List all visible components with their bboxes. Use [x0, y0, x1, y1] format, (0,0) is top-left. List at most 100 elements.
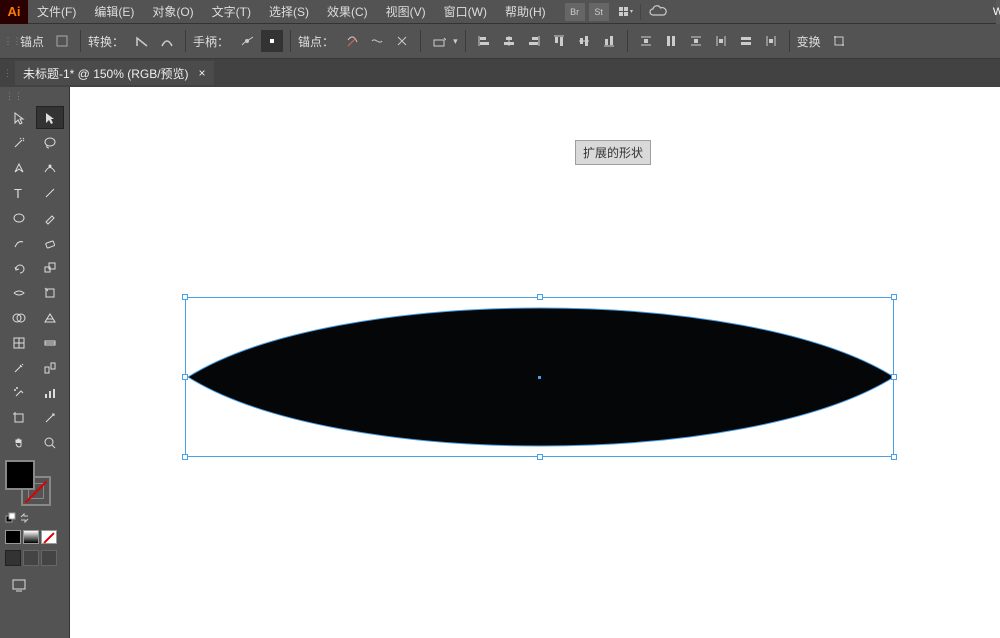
eraser-tool[interactable] [36, 231, 64, 254]
distribute-vcenter-icon[interactable] [660, 30, 682, 52]
handle-show-icon[interactable] [236, 30, 258, 52]
isolate-icon[interactable] [428, 30, 450, 52]
menu-window[interactable]: 窗口(W) [435, 0, 496, 23]
document-tab[interactable]: 未标题-1* @ 150% (RGB/预览) × [15, 61, 214, 85]
workspace-switcher-icon[interactable] [613, 4, 641, 20]
distribute-bottom-icon[interactable] [685, 30, 707, 52]
align-bottom-icon[interactable] [598, 30, 620, 52]
fill-stroke-swatch[interactable] [5, 460, 51, 506]
selection-bounding-box[interactable] [185, 297, 894, 457]
separator [627, 30, 628, 52]
sel-handle-bm[interactable] [537, 454, 543, 460]
connect-anchor-icon[interactable] [366, 30, 388, 52]
menu-object[interactable]: 对象(O) [143, 0, 202, 23]
distribute-left-icon[interactable] [710, 30, 732, 52]
ellipse-tool[interactable] [5, 206, 33, 229]
default-fill-stroke-icon[interactable] [5, 512, 17, 524]
options-grabber-icon[interactable]: ⋮⋮ [8, 24, 17, 59]
sync-icon[interactable] [649, 5, 669, 19]
opt-anchor2-label: 锚点： [298, 33, 334, 50]
main-area: ⋮⋮ T [0, 87, 1000, 638]
menu-type[interactable]: 文字(T) [203, 0, 260, 23]
column-graph-tool[interactable] [36, 381, 64, 404]
pen-tool[interactable] [5, 156, 33, 179]
rotate-tool[interactable] [5, 256, 33, 279]
artboard-tool[interactable] [5, 406, 33, 429]
options-bar: ⋮⋮ 锚点 转换： 手柄： 锚点： ▾ 变换 [0, 24, 1000, 59]
main-menu: 文件(F) 编辑(E) 对象(O) 文字(T) 选择(S) 效果(C) 视图(V… [28, 0, 555, 23]
draw-inside-icon[interactable] [41, 550, 57, 566]
mesh-tool[interactable] [5, 331, 33, 354]
pencil-tool[interactable] [5, 231, 33, 254]
zoom-tool[interactable] [36, 431, 64, 454]
bridge-icon[interactable]: Br [565, 3, 585, 21]
draw-normal-icon[interactable] [5, 550, 21, 566]
cut-path-icon[interactable] [391, 30, 413, 52]
truncated-right-indicator: W [996, 0, 1000, 24]
gradient-mode-icon[interactable] [23, 530, 39, 544]
anchor-none-icon[interactable] [51, 30, 73, 52]
menu-file[interactable]: 文件(F) [28, 0, 85, 23]
line-tool[interactable] [36, 181, 64, 204]
swap-fill-stroke-icon[interactable] [19, 512, 31, 524]
draw-behind-icon[interactable] [23, 550, 39, 566]
distribute-top-icon[interactable] [635, 30, 657, 52]
selection-tool[interactable] [5, 106, 33, 129]
handle-hide-icon[interactable] [261, 30, 283, 52]
menu-effect[interactable]: 效果(C) [318, 0, 377, 23]
menu-select[interactable]: 选择(S) [260, 0, 318, 23]
tools-grabber-icon[interactable]: ⋮⋮ [5, 91, 64, 102]
paintbrush-tool[interactable] [36, 206, 64, 229]
blend-tool[interactable] [36, 356, 64, 379]
align-right-icon[interactable] [523, 30, 545, 52]
color-mode-icon[interactable] [5, 530, 21, 544]
convert-smooth-icon[interactable] [156, 30, 178, 52]
shape-builder-tool[interactable] [5, 306, 33, 329]
hand-tool[interactable] [5, 431, 33, 454]
scale-tool[interactable] [36, 256, 64, 279]
width-tool[interactable] [5, 281, 33, 304]
align-vcenter-icon[interactable] [573, 30, 595, 52]
perspective-grid-tool[interactable] [36, 306, 64, 329]
convert-corner-icon[interactable] [131, 30, 153, 52]
symbol-sprayer-tool[interactable] [5, 381, 33, 404]
separator [789, 30, 790, 52]
distribute-hcenter-icon[interactable] [735, 30, 757, 52]
menu-edit[interactable]: 编辑(E) [85, 0, 143, 23]
sel-handle-tl[interactable] [182, 294, 188, 300]
sel-handle-ml[interactable] [182, 374, 188, 380]
sel-handle-bl[interactable] [182, 454, 188, 460]
lasso-tool[interactable] [36, 131, 64, 154]
menu-view[interactable]: 视图(V) [377, 0, 435, 23]
document-tab-bar: ⋮⋮ 未标题-1* @ 150% (RGB/预览) × [0, 59, 1000, 87]
align-hcenter-icon[interactable] [498, 30, 520, 52]
canvas-area[interactable]: 扩展的形状 G 大 7 网 system.com [70, 87, 1000, 638]
slice-tool[interactable] [36, 406, 64, 429]
app-logo: Ai [0, 0, 28, 24]
screen-mode-icon[interactable] [5, 574, 33, 596]
eyedropper-tool[interactable] [5, 356, 33, 379]
dropdown-arrow-icon[interactable]: ▾ [453, 36, 458, 47]
tabbar-grabber-icon[interactable]: ⋮⋮ [0, 68, 11, 79]
distribute-right-icon[interactable] [760, 30, 782, 52]
fill-swatch[interactable] [5, 460, 35, 490]
sel-handle-br[interactable] [891, 454, 897, 460]
remove-anchor-icon[interactable] [341, 30, 363, 52]
gradient-tool[interactable] [36, 331, 64, 354]
type-tool[interactable]: T [5, 181, 33, 204]
magic-wand-tool[interactable] [5, 131, 33, 154]
menu-help[interactable]: 帮助(H) [496, 0, 555, 23]
free-transform-tool[interactable] [36, 281, 64, 304]
svg-text:T: T [14, 186, 22, 200]
direct-selection-tool[interactable] [36, 106, 64, 129]
align-top-icon[interactable] [548, 30, 570, 52]
align-left-icon[interactable] [473, 30, 495, 52]
sel-handle-tm[interactable] [537, 294, 543, 300]
stock-icon[interactable]: St [589, 3, 609, 21]
sel-handle-mr[interactable] [891, 374, 897, 380]
close-tab-icon[interactable]: × [199, 66, 206, 80]
free-transform-icon[interactable] [828, 30, 850, 52]
sel-handle-tr[interactable] [891, 294, 897, 300]
curvature-tool[interactable] [36, 156, 64, 179]
none-mode-icon[interactable] [41, 530, 57, 544]
